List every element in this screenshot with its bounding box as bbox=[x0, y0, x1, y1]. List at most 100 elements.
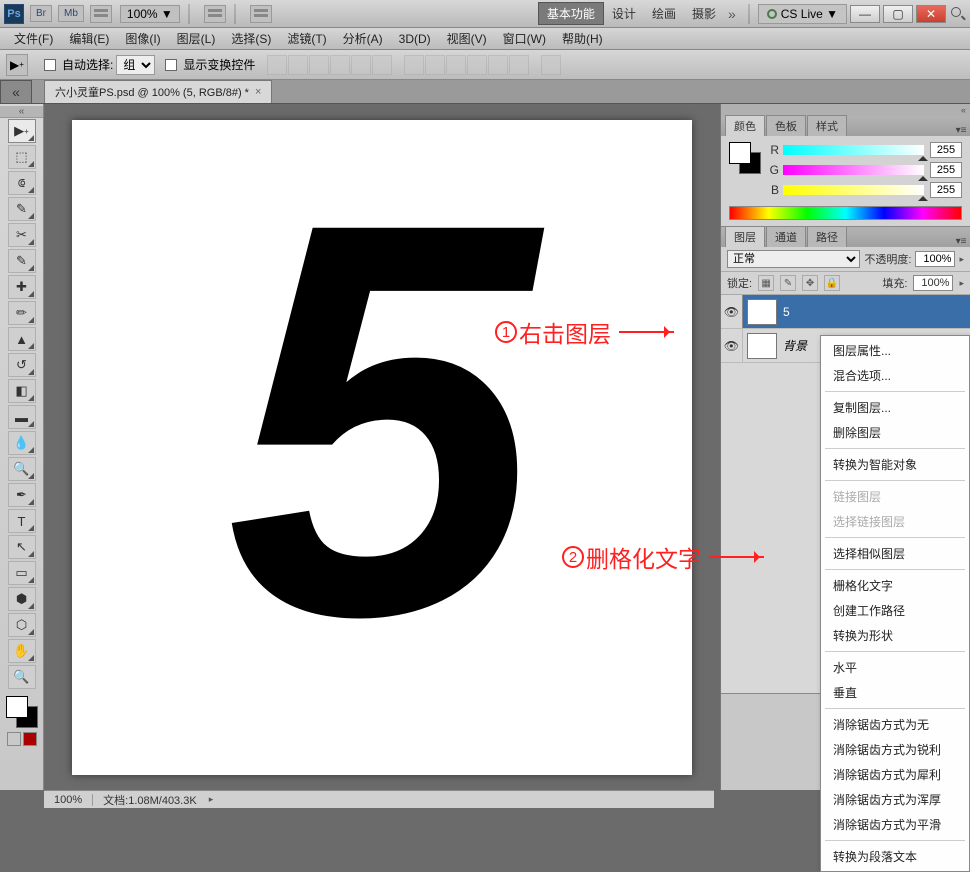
menu-select[interactable]: 选择(S) bbox=[223, 28, 279, 49]
tab-color[interactable]: 颜色 bbox=[725, 115, 765, 136]
ctx-aa-crisp[interactable]: 消除锯齿方式为犀利 bbox=[821, 762, 969, 787]
b-value[interactable]: 255 bbox=[930, 182, 962, 198]
ctx-aa-none[interactable]: 消除锯齿方式为无 bbox=[821, 712, 969, 737]
autoalign-icon[interactable] bbox=[541, 55, 561, 75]
bridge-button[interactable]: Br bbox=[30, 5, 52, 22]
layers-panel-menu-icon[interactable]: ▾≡ bbox=[952, 236, 970, 247]
stamp-tool[interactable]: ▲ bbox=[8, 327, 36, 351]
ctx-blend-options[interactable]: 混合选项... bbox=[821, 363, 969, 388]
gradient-tool[interactable]: ▬ bbox=[8, 405, 36, 429]
panel-swatches[interactable] bbox=[729, 142, 761, 174]
ctx-rasterize-type[interactable]: 栅格化文字 bbox=[821, 573, 969, 598]
workspace-photography[interactable]: 摄影 bbox=[684, 3, 724, 24]
status-docsize[interactable]: 文档:1.08M/403.3K bbox=[93, 792, 207, 808]
lock-transparency[interactable]: ▦ bbox=[758, 275, 774, 291]
menu-layer[interactable]: 图层(L) bbox=[169, 28, 224, 49]
window-maximize[interactable]: ▢ bbox=[883, 5, 913, 23]
foreground-swatch[interactable] bbox=[6, 696, 28, 718]
lock-position[interactable]: ✥ bbox=[802, 275, 818, 291]
cslive-button[interactable]: CS Live ▼ bbox=[758, 4, 847, 24]
fill-value[interactable]: 100% bbox=[913, 275, 953, 291]
toolbox-collapse[interactable]: « bbox=[0, 80, 32, 104]
pen-tool[interactable]: ✒ bbox=[8, 483, 36, 507]
canvas-area[interactable]: 5 bbox=[44, 104, 720, 790]
lasso-tool[interactable]: ⟃ bbox=[8, 171, 36, 195]
ctx-to-paragraph[interactable]: 转换为段落文本 bbox=[821, 844, 969, 869]
menu-3d[interactable]: 3D(D) bbox=[391, 30, 439, 48]
visibility-icon[interactable]: 👁 bbox=[721, 295, 743, 328]
menu-filter[interactable]: 滤镜(T) bbox=[279, 28, 334, 49]
menu-help[interactable]: 帮助(H) bbox=[554, 28, 611, 49]
screen-mode-button[interactable] bbox=[204, 5, 226, 23]
canvas[interactable]: 5 bbox=[72, 120, 692, 775]
autoselect-dropdown[interactable]: 组 bbox=[116, 55, 155, 75]
layer-row[interactable]: 👁 5 bbox=[721, 295, 970, 329]
menu-edit[interactable]: 编辑(E) bbox=[61, 28, 117, 49]
extras-button[interactable] bbox=[250, 5, 272, 23]
ctx-aa-smooth[interactable]: 消除锯齿方式为平滑 bbox=[821, 812, 969, 837]
ctx-smart-object[interactable]: 转换为智能对象 bbox=[821, 452, 969, 477]
hand-tool[interactable]: ✋ bbox=[8, 639, 36, 663]
3d-tool[interactable]: ⬢ bbox=[8, 587, 36, 611]
autoselect-checkbox[interactable] bbox=[44, 59, 56, 71]
ctx-horizontal[interactable]: 水平 bbox=[821, 655, 969, 680]
panel-menu-icon[interactable]: ▾≡ bbox=[952, 125, 970, 136]
tab-channels[interactable]: 通道 bbox=[766, 226, 806, 247]
tab-styles[interactable]: 样式 bbox=[807, 115, 847, 136]
ctx-delete-layer[interactable]: 删除图层 bbox=[821, 420, 969, 445]
visibility-icon[interactable]: 👁 bbox=[721, 329, 743, 362]
layer-name[interactable]: 5 bbox=[781, 305, 970, 319]
quickselect-tool[interactable]: ✎ bbox=[8, 197, 36, 221]
tab-swatches[interactable]: 色板 bbox=[766, 115, 806, 136]
ctx-aa-sharp[interactable]: 消除锯齿方式为锐利 bbox=[821, 737, 969, 762]
type-tool[interactable]: T bbox=[8, 509, 36, 533]
marquee-tool[interactable]: ⬚ bbox=[8, 145, 36, 169]
blend-mode-dropdown[interactable]: 正常 bbox=[727, 250, 860, 268]
history-tool[interactable]: ↺ bbox=[8, 353, 36, 377]
opacity-value[interactable]: 100% bbox=[915, 251, 955, 267]
tab-layers[interactable]: 图层 bbox=[725, 226, 765, 247]
menu-window[interactable]: 窗口(W) bbox=[495, 28, 554, 49]
layer-thumbnail[interactable] bbox=[747, 333, 777, 359]
current-tool-icon[interactable]: ▶+ bbox=[6, 54, 28, 76]
b-slider[interactable] bbox=[783, 185, 924, 195]
crop-tool[interactable]: ✂ bbox=[8, 223, 36, 247]
zoom-tool[interactable]: 🔍 bbox=[8, 665, 36, 689]
menu-view[interactable]: 视图(V) bbox=[439, 28, 495, 49]
r-value[interactable]: 255 bbox=[930, 142, 962, 158]
document-tab[interactable]: 六小灵童PS.psd @ 100% (5, RGB/8#) * × bbox=[44, 80, 272, 103]
eyedropper-tool[interactable]: ✎ bbox=[8, 249, 36, 273]
ctx-select-similar[interactable]: 选择相似图层 bbox=[821, 541, 969, 566]
align-top-icon[interactable] bbox=[267, 55, 287, 75]
path-tool[interactable]: ↖ bbox=[8, 535, 36, 559]
workspace-essentials[interactable]: 基本功能 bbox=[538, 2, 604, 25]
minibridge-button[interactable]: Mb bbox=[58, 5, 84, 22]
ctx-layer-properties[interactable]: 图层属性... bbox=[821, 338, 969, 363]
ctx-duplicate-layer[interactable]: 复制图层... bbox=[821, 395, 969, 420]
workspace-painting[interactable]: 绘画 bbox=[644, 3, 684, 24]
ctx-create-workpath[interactable]: 创建工作路径 bbox=[821, 598, 969, 623]
lock-all[interactable]: 🔒 bbox=[824, 275, 840, 291]
menu-image[interactable]: 图像(I) bbox=[117, 28, 168, 49]
document-tab-close[interactable]: × bbox=[255, 86, 261, 98]
ctx-vertical[interactable]: 垂直 bbox=[821, 680, 969, 705]
color-swatches[interactable] bbox=[4, 694, 40, 730]
workspace-design[interactable]: 设计 bbox=[604, 3, 644, 24]
arrange-docs-button[interactable] bbox=[90, 5, 112, 23]
search-icon[interactable] bbox=[950, 6, 966, 22]
window-minimize[interactable]: — bbox=[850, 5, 880, 23]
3dcam-tool[interactable]: ⬡ bbox=[8, 613, 36, 637]
blur-tool[interactable]: 💧 bbox=[8, 431, 36, 455]
toolbox-header[interactable]: « bbox=[0, 106, 43, 118]
eraser-tool[interactable]: ◧ bbox=[8, 379, 36, 403]
shape-tool[interactable]: ▭ bbox=[8, 561, 36, 585]
ctx-aa-strong[interactable]: 消除锯齿方式为浑厚 bbox=[821, 787, 969, 812]
window-close[interactable]: ✕ bbox=[916, 5, 946, 23]
status-zoom[interactable]: 100% bbox=[44, 794, 93, 806]
r-slider[interactable] bbox=[783, 145, 924, 155]
g-slider[interactable] bbox=[783, 165, 924, 175]
menu-file[interactable]: 文件(F) bbox=[6, 28, 61, 49]
showcontrols-checkbox[interactable] bbox=[165, 59, 177, 71]
spectrum-bar[interactable] bbox=[729, 206, 962, 220]
menu-analysis[interactable]: 分析(A) bbox=[335, 28, 391, 49]
